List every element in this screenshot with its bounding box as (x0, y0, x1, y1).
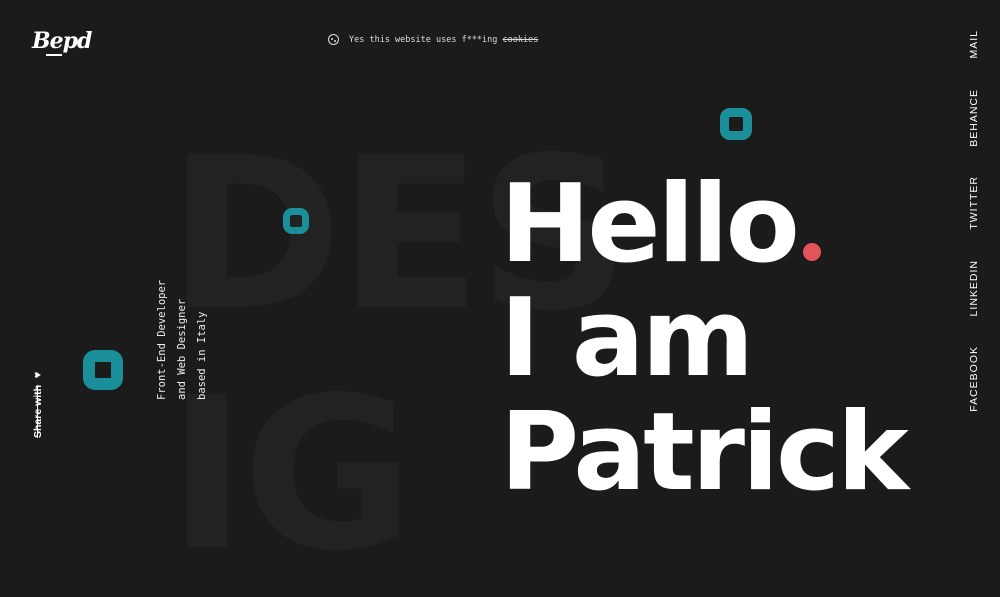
social-link-mail[interactable]: MAIL (968, 30, 980, 59)
logo[interactable]: Bepd (32, 28, 92, 56)
hero-line-2: I am (500, 276, 754, 401)
tagline-line-1: Front-End Developer (156, 279, 168, 400)
cookie-notice: Yes this website uses f***ing cookies (328, 34, 538, 45)
hero-headline: Hello I am Patrick (500, 168, 909, 515)
cookie-notice-text: Yes this website uses f***ing (349, 34, 503, 45)
heart-icon: ♥ (32, 368, 44, 381)
background-word-line2: IG (168, 352, 415, 597)
hero-line-3: Patrick (500, 390, 909, 515)
ring-decoration-top (720, 108, 752, 140)
red-dot-icon (802, 243, 821, 261)
ring-decoration-left (83, 350, 123, 390)
social-link-behance[interactable]: BEHANCE (968, 89, 980, 147)
tagline-line-2: and Web Designer (176, 298, 188, 400)
social-link-facebook[interactable]: FACEBOOK (968, 346, 980, 412)
share-button[interactable]: Share with ♥ (32, 362, 44, 438)
social-link-twitter[interactable]: TWITTER (968, 176, 980, 230)
share-label: Share with (32, 384, 44, 438)
social-link-linkedin[interactable]: LINKEDIN (968, 260, 980, 316)
cookie-icon (328, 34, 339, 45)
hero-line-1: Hello (500, 162, 800, 287)
cookie-notice-struck-word: cookies (502, 34, 539, 45)
tagline-line-3: based in Italy (196, 311, 208, 400)
tagline: Front-End Developer and Web Designer bas… (152, 260, 212, 400)
ring-decoration-middle (283, 208, 309, 234)
social-links: MAIL BEHANCE TWITTER LINKEDIN FACEBOOK (968, 30, 980, 442)
